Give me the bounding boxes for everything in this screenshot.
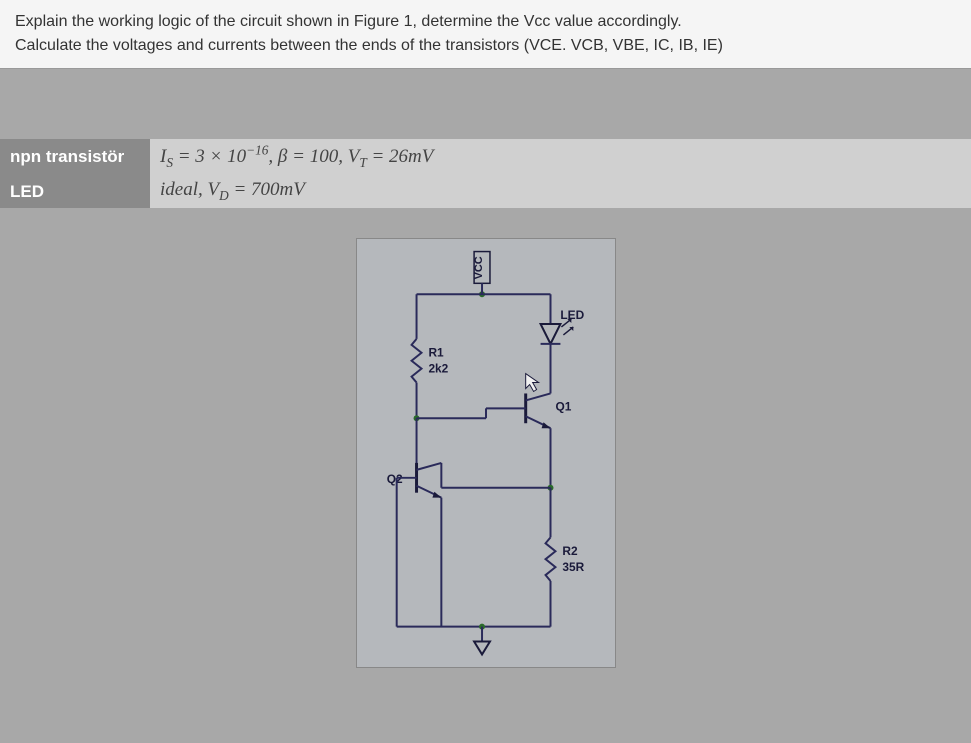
r1-value: 2k2	[428, 362, 448, 376]
question-line1: Explain the working logic of the circuit…	[15, 10, 956, 34]
r2-label: R2	[562, 544, 578, 558]
led-label: LED	[0, 175, 150, 208]
q1-emitter-arrow	[541, 422, 550, 428]
question-line2: Calculate the voltages and currents betw…	[15, 34, 956, 58]
led-text: LED	[560, 308, 584, 322]
cursor-icon	[525, 374, 538, 392]
ground-icon	[474, 641, 490, 654]
led-row: LED ideal, VD = 700mV	[0, 175, 971, 208]
vcc-label: VCC	[473, 256, 485, 279]
parameters-section: npn transistör IS = 3 × 10−16, β = 100, …	[0, 139, 971, 208]
circuit-diagram: VCC R1 2k2 LED	[356, 238, 616, 668]
q1-label: Q1	[555, 399, 571, 413]
r2-value: 35R	[562, 560, 584, 574]
question-header: Explain the working logic of the circuit…	[0, 0, 971, 69]
circuit-svg: VCC R1 2k2 LED	[357, 239, 615, 667]
led-values: ideal, VD = 700mV	[150, 175, 971, 208]
resistor-r2	[545, 537, 555, 581]
npn-row: npn transistör IS = 3 × 10−16, β = 100, …	[0, 139, 971, 175]
resistor-r1	[411, 339, 421, 383]
parameters-table: npn transistör IS = 3 × 10−16, β = 100, …	[0, 139, 971, 208]
q2-emitter-arrow	[432, 492, 441, 498]
npn-label: npn transistör	[0, 139, 150, 175]
r1-label: R1	[428, 346, 444, 360]
npn-values: IS = 3 × 10−16, β = 100, VT = 26mV	[150, 139, 971, 175]
led-triangle	[540, 324, 560, 344]
